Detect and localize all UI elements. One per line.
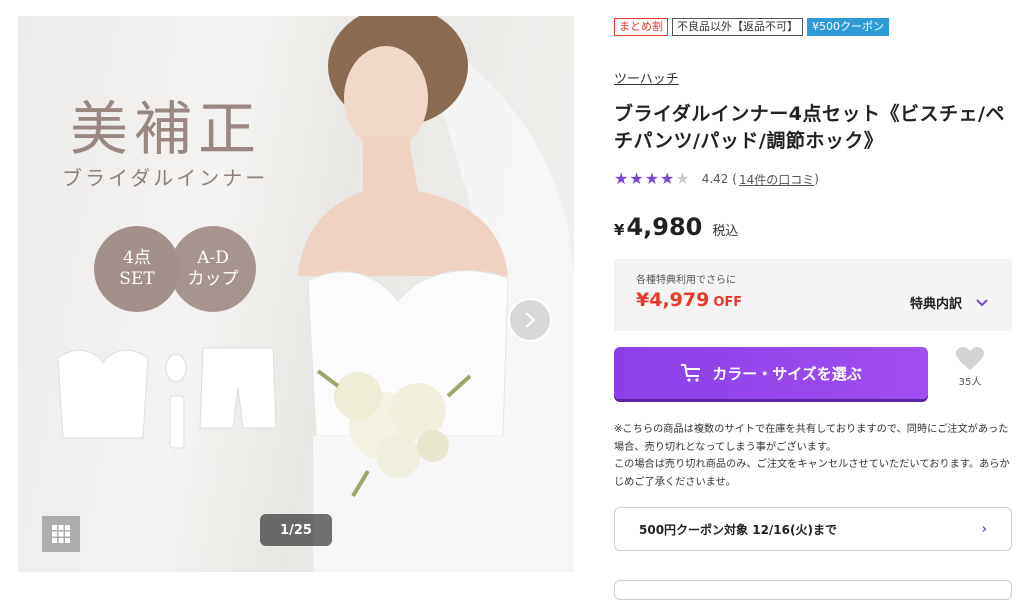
chevron-down-icon xyxy=(976,298,988,306)
gallery-subtitle: ブライダルインナー xyxy=(62,166,269,190)
cup-badge-line2: カップ xyxy=(187,269,239,289)
discount-detail-label: 特典内訳 xyxy=(909,297,962,312)
discount-amount: ¥4,979 xyxy=(636,289,710,311)
cart-icon xyxy=(681,364,701,382)
model-photo xyxy=(298,16,574,572)
grid-icon xyxy=(52,525,70,543)
stock-notice-line1: ※こちらの商品は複数のサイトで在庫を共有しておりますので、同時にご注文があった場… xyxy=(614,424,1009,453)
product-title: ブライダルインナー4点セット《ビスチェ/ペチパンツ/パッド/調節ホック》 xyxy=(614,103,1005,152)
cart-row: カラー・サイズを選ぶ 35人 xyxy=(614,347,1012,399)
star-empty-icon: ★ xyxy=(675,169,690,188)
discount-off-label: OFF xyxy=(713,295,743,310)
stock-notice: ※こちらの商品は複数のサイトで在庫を共有しておりますので、同時にご注文があった場… xyxy=(614,421,1012,491)
discount-detail-toggle[interactable]: 特典内訳 xyxy=(910,293,988,312)
chevron-right-icon: › xyxy=(981,521,987,537)
product-image-gallery[interactable]: 美補正 ブライダルインナー 4点 SET A-D カップ 1/25 xyxy=(18,16,574,572)
coupon-tag: ¥500クーポン xyxy=(807,18,889,36)
discount-summary[interactable]: 各種特典利用でさらに ¥4,979 OFF 特典内訳 xyxy=(614,259,1012,331)
no-return-tag: 不良品以外【返品不可】 xyxy=(672,18,803,36)
next-section-box[interactable] xyxy=(614,580,1012,600)
thumbnail-grid-button[interactable] xyxy=(42,516,80,552)
tax-label: 税込 xyxy=(712,224,739,239)
image-counter: 1/25 xyxy=(260,514,332,546)
cup-badge: A-D カップ xyxy=(170,226,256,312)
favorite-count: 35人 xyxy=(958,377,982,388)
set-items-illustration xyxy=(57,347,277,449)
price-amount: 4,980 xyxy=(626,213,703,241)
select-color-size-button[interactable]: カラー・サイズを選ぶ xyxy=(614,347,928,399)
product-info-panel: まとめ割 不良品以外【返品不可】 ¥500クーポン ツーハッチ ブライダルインナ… xyxy=(614,18,1012,551)
brand-link[interactable]: ツーハッチ xyxy=(614,68,679,87)
discount-amount-row: ¥4,979 OFF xyxy=(636,289,742,311)
favorite-button[interactable]: 35人 xyxy=(950,347,990,388)
discount-label: 各種特典利用でさらに xyxy=(636,275,736,286)
rating-score: 4.42 xyxy=(701,172,729,186)
cup-badge-line1: A-D xyxy=(197,248,229,268)
star-icon: ★ xyxy=(660,169,675,188)
tag-list: まとめ割 不良品以外【返品不可】 ¥500クーポン xyxy=(614,18,1012,36)
gallery-headline: 美補正 xyxy=(70,95,263,163)
rating-stars: ★ ★ ★ ★ ★ xyxy=(614,171,690,187)
currency-symbol: ¥ xyxy=(614,221,625,239)
coupon-banner[interactable]: 500円クーポン対象 12/16(火)まで › xyxy=(614,507,1012,551)
reviews-link[interactable]: 14件の口コミ xyxy=(739,171,814,188)
select-color-size-label: カラー・サイズを選ぶ xyxy=(712,364,862,383)
heart-icon xyxy=(956,347,984,370)
bundle-discount-tag: まとめ割 xyxy=(614,18,668,36)
paren-close: ) xyxy=(814,172,819,186)
star-icon: ★ xyxy=(629,169,644,188)
rating-row: ★ ★ ★ ★ ★ 4.42 ( 14件の口コミ ) xyxy=(614,169,1012,189)
star-icon: ★ xyxy=(614,169,629,188)
set-badge-line1: 4点 xyxy=(123,248,151,268)
price-row: ¥ 4,980 税込 xyxy=(614,213,1012,241)
set-badge: 4点 SET xyxy=(94,226,180,312)
stock-notice-line2: この場合は売り切れ商品のみ、ご注文をキャンセルさせていただいております。あらかじ… xyxy=(614,459,1010,488)
chevron-right-icon xyxy=(525,312,536,328)
paren-open: ( xyxy=(728,172,737,186)
coupon-label: 500円クーポン対象 12/16(火)まで xyxy=(639,522,837,537)
next-image-button[interactable] xyxy=(508,298,552,342)
set-badge-line2: SET xyxy=(119,269,155,289)
star-icon: ★ xyxy=(644,169,660,188)
